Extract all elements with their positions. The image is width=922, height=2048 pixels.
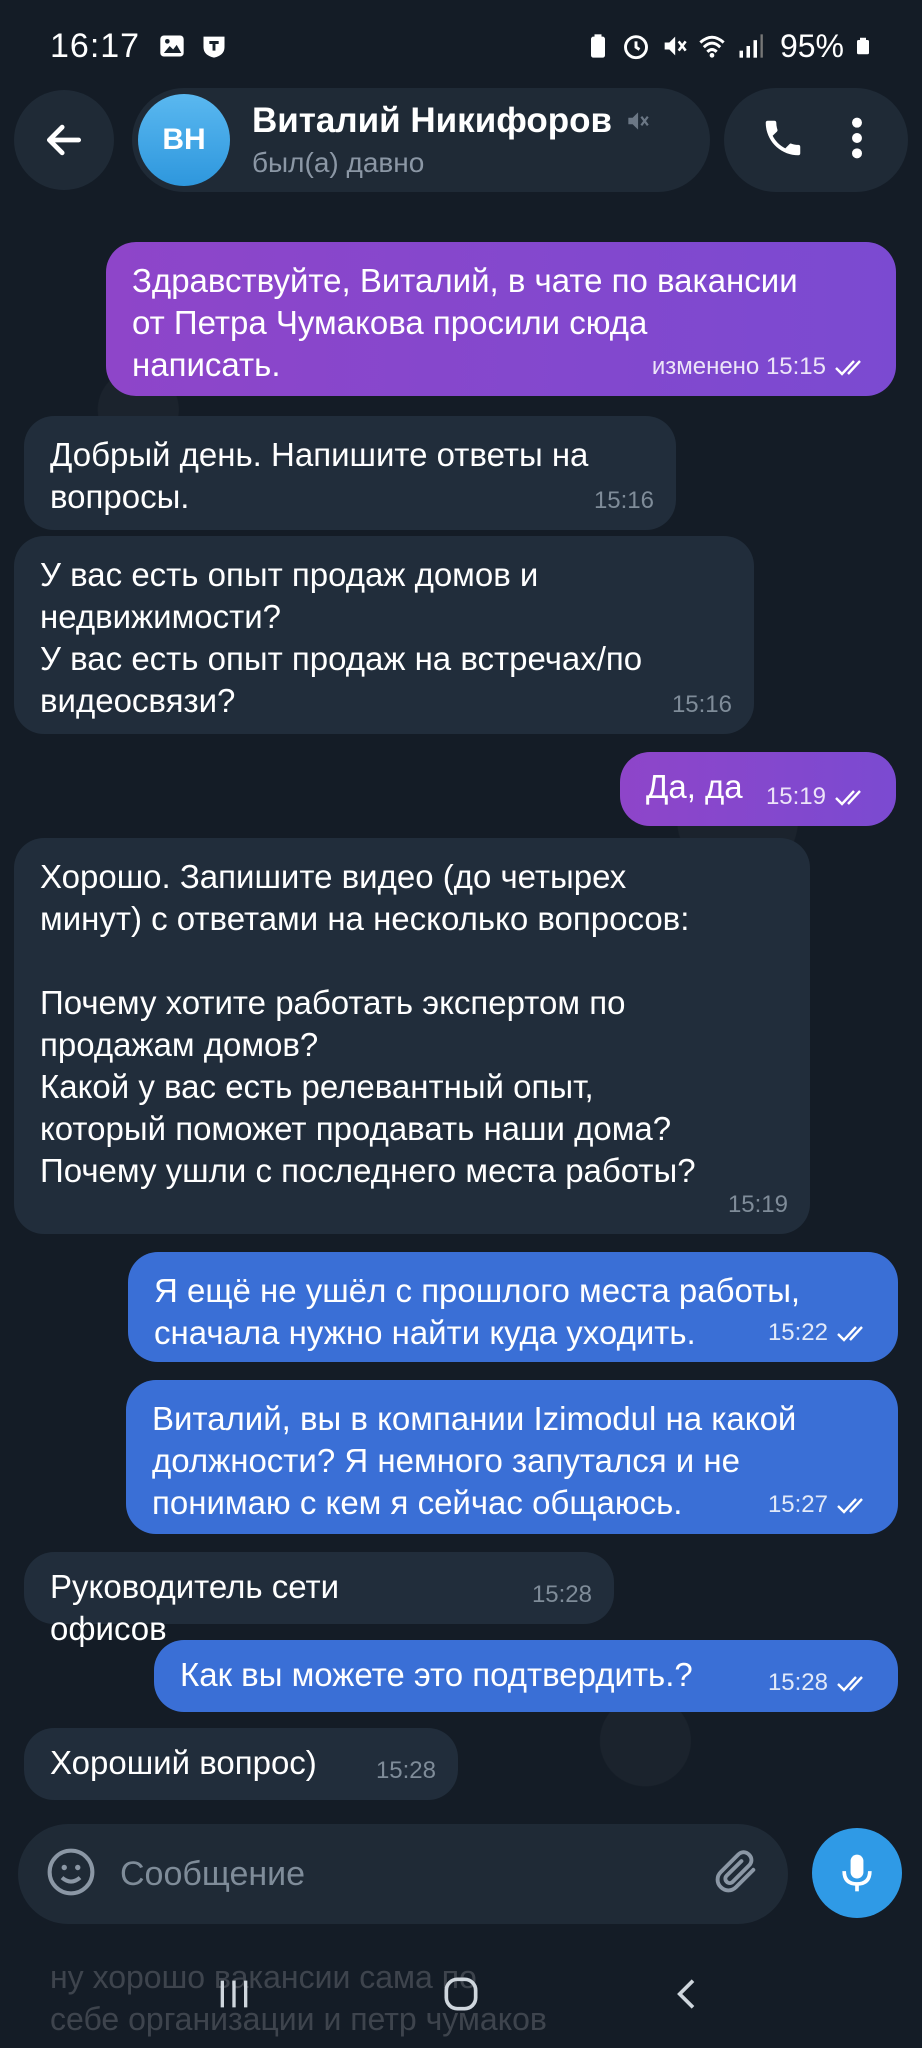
message-time: 15:22 — [767, 1319, 828, 1346]
status-bar: 16:17 95% — [0, 0, 922, 92]
message-bubble-outgoing[interactable]: Да, да 15:19 — [620, 752, 896, 826]
emoji-icon — [47, 1848, 95, 1895]
message-bubble-outgoing[interactable]: Как вы можете это подтвердить.? 15:28 — [154, 1640, 898, 1712]
message-bubble-outgoing[interactable]: Виталий, вы в компании Izimodul на какой… — [126, 1380, 898, 1534]
paperclip-icon — [715, 1849, 756, 1892]
recycle-icon — [590, 34, 605, 58]
message-meta: 15:28 — [768, 1662, 876, 1704]
message-time: 15:16 — [671, 691, 732, 718]
message-meta: 15:16 — [672, 684, 732, 726]
message-time: 15:19 — [765, 783, 826, 810]
message-meta: 15:19 — [766, 776, 874, 818]
header-actions — [724, 88, 908, 192]
message-bubble-incoming[interactable]: У вас есть опыт продаж домов и недвижимо… — [14, 536, 754, 734]
message-text: Виталий, вы в компании Izimodul на какой… — [152, 1400, 797, 1521]
message-text: Хороший вопрос) — [50, 1744, 317, 1781]
message-meta: 15:28 — [376, 1750, 436, 1792]
contact-name: Виталий Никифоров — [252, 101, 613, 140]
message-bubble-incoming[interactable]: Руководитель сети офисов 15:28 — [24, 1552, 614, 1647]
battery-icon — [857, 37, 869, 55]
message-text: У вас есть опыт продаж домов и недвижимо… — [40, 556, 643, 719]
double-check-icon — [837, 1498, 863, 1514]
avatar[interactable]: ВН — [138, 94, 230, 186]
message-bubble-outgoing[interactable]: Я ещё не ушёл с прошлого места работы, с… — [128, 1252, 898, 1362]
message-time: 15:16 — [593, 487, 654, 514]
message-time: 15:19 — [727, 1191, 788, 1218]
gallery-icon — [160, 35, 184, 57]
double-check-icon — [837, 1326, 863, 1342]
message-text: Хорошо. Запишите видео (до четырех минут… — [40, 858, 696, 1189]
message-time: 15:28 — [375, 1757, 436, 1784]
emoji-button[interactable] — [44, 1845, 98, 1904]
message-text: Руководитель сети офисов — [50, 1568, 340, 1647]
contact-header[interactable]: ВН Виталий Никифоров был(а) давно — [132, 88, 710, 192]
message-time: 15:28 — [767, 1669, 828, 1696]
phone-icon — [765, 120, 801, 155]
message-meta: 15:22 — [768, 1312, 876, 1354]
message-bubble-outgoing[interactable]: Здравствуйте, Виталий, в чате по ваканси… — [106, 242, 896, 396]
home-icon — [444, 1977, 478, 2011]
status-system-icons: 95% — [584, 28, 872, 65]
more-vertical-icon — [852, 117, 862, 158]
back-nav-button[interactable] — [658, 1964, 718, 2024]
double-check-icon — [837, 1676, 863, 1692]
message-bubble-incoming[interactable]: Хороший вопрос) 15:28 — [24, 1728, 458, 1800]
message-meta: 15:28 — [532, 1574, 592, 1616]
call-button[interactable] — [760, 115, 806, 166]
muted-icon — [628, 112, 649, 130]
contact-info: Виталий Никифоров был(а) давно — [252, 101, 650, 179]
recent-apps-icon — [220, 1980, 247, 2008]
voice-record-button[interactable] — [812, 1828, 902, 1918]
message-meta: 15:27 — [768, 1484, 876, 1526]
message-time: 15:28 — [531, 1581, 592, 1608]
mute-icon — [664, 36, 687, 56]
message-meta: изменено 15:15 — [652, 346, 874, 388]
double-check-icon — [835, 360, 861, 376]
message-composer — [18, 1824, 788, 1924]
back-button[interactable] — [14, 90, 114, 190]
recent-apps-button[interactable] — [204, 1964, 264, 2024]
microphone-icon — [842, 1854, 872, 1892]
contact-name-row: Виталий Никифоров — [252, 101, 650, 141]
contact-status: был(а) давно — [252, 147, 425, 178]
message-text: Добрый день. Напишите ответы на вопросы. — [50, 436, 589, 515]
status-notification-icons — [158, 32, 228, 60]
battery-percentage: 95% — [779, 27, 844, 64]
alarm-icon — [623, 35, 648, 60]
more-options-button[interactable] — [842, 115, 872, 166]
message-text: Я ещё не ушёл с прошлого места работы, с… — [154, 1272, 801, 1351]
wifi-icon — [699, 35, 725, 58]
chat-screen: 16:17 95% ВН Виталий Никифоров был(а) да… — [0, 0, 922, 2048]
attach-button[interactable] — [710, 1846, 762, 1903]
message-meta: 15:16 — [594, 480, 654, 522]
signal-icon — [739, 34, 763, 58]
home-button[interactable] — [431, 1964, 491, 2024]
back-arrow-icon — [46, 124, 82, 156]
message-meta: 15:19 — [728, 1184, 788, 1226]
message-time: изменено 15:15 — [651, 353, 826, 380]
message-input[interactable] — [120, 1854, 710, 1894]
shield-icon — [203, 36, 225, 58]
message-time: 15:27 — [767, 1491, 828, 1518]
message-bubble-incoming[interactable]: Хорошо. Запишите видео (до четырех минут… — [14, 838, 810, 1234]
system-nav-bar — [0, 1940, 922, 2048]
chevron-left-icon — [677, 1979, 695, 2009]
double-check-icon — [835, 790, 861, 806]
status-time: 16:17 — [50, 26, 141, 65]
message-bubble-incoming[interactable]: Добрый день. Напишите ответы на вопросы.… — [24, 416, 676, 530]
